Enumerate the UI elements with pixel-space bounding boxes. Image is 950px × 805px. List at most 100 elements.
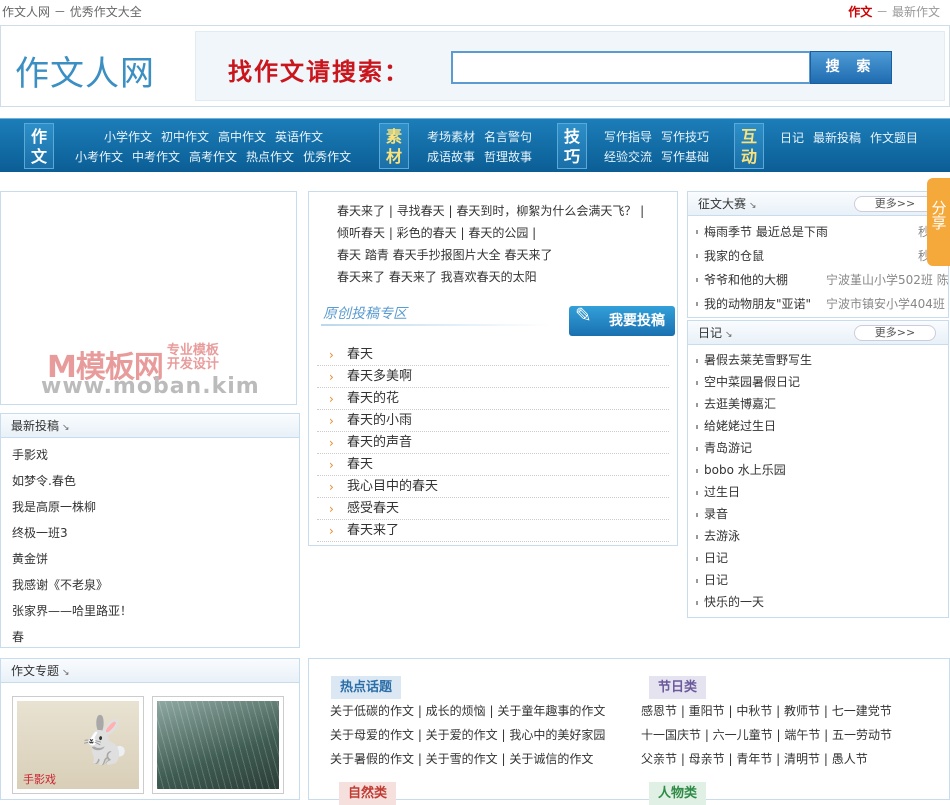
tagline: 优秀作文大全 <box>69 5 142 19</box>
divider <box>321 324 551 326</box>
tag-line[interactable]: 春天 踏青 春天手抄报图片大全 春天来了 <box>337 244 667 266</box>
newest-essay-link[interactable]: 最新作文 <box>892 5 940 19</box>
nav-link[interactable]: 高中作文 <box>218 130 266 144</box>
share-button[interactable]: 分享 <box>927 178 950 266</box>
more-link[interactable]: 更多>> <box>854 196 936 212</box>
list-item[interactable]: 我感谢《不老泉》 <box>12 572 299 598</box>
nav-cat-material[interactable]: 素材 <box>379 123 409 169</box>
list-item[interactable]: 春 <box>12 624 299 650</box>
list-item[interactable]: 青岛游记 <box>696 437 948 459</box>
list-item[interactable]: 如梦令.春色 <box>12 468 299 494</box>
list-item[interactable]: 空中菜园暑假日记 <box>696 371 948 393</box>
nav-link[interactable]: 写作指导 <box>604 130 652 144</box>
link-line[interactable]: 关于暑假的作文 | 关于雪的作文 | 关于诚信的作文 <box>330 747 605 771</box>
panel-header[interactable]: 征文大赛 ↘ 更多>> <box>688 192 948 216</box>
nav-cat-skills[interactable]: 技巧 <box>557 123 587 169</box>
section-heading[interactable]: 人物类 <box>649 782 707 805</box>
essay-link[interactable]: 作文 <box>848 5 872 19</box>
nav-link[interactable]: 高考作文 <box>189 150 237 164</box>
list-item[interactable]: 梅雨季节 最近总是下雨秒 <box>696 220 948 244</box>
nav-link[interactable]: 名言警句 <box>484 130 532 144</box>
list-item[interactable]: 手影戏 <box>12 442 299 468</box>
list-item[interactable]: 录音 <box>696 503 948 525</box>
top-links: 作文 － 最新作文 <box>848 0 940 24</box>
list-item[interactable]: 日记 <box>696 547 948 569</box>
list-item[interactable]: 去逛美博嘉汇 <box>696 393 948 415</box>
nav-link[interactable]: 哲理故事 <box>484 150 532 164</box>
more-link[interactable]: 更多>> <box>854 325 936 341</box>
list-item[interactable]: 快乐的一天 <box>696 591 948 613</box>
nav-link[interactable]: 小考作文 <box>75 150 123 164</box>
nav-links-essay: 小学作文 初中作文 高中作文 英语作文 小考作文 中考作文 高考作文 热点作文 优秀作文 <box>75 127 360 167</box>
ad-banner[interactable]: M模板网 专业模板 开发设计 www.moban.kim <box>0 191 297 405</box>
spring-topic-panel: 春天来了 | 寻找春天 | 春天到时，柳絮为什么会满天飞？ | 倾听春天 | 彩… <box>308 191 678 546</box>
link-line[interactable]: 关于母爱的作文 | 关于爱的作文 | 我心中的美好家园 <box>330 723 605 747</box>
list-item[interactable]: 感受春天 <box>317 498 669 520</box>
link-line[interactable]: 关于低碳的作文 | 成长的烦恼 | 关于童年趣事的作文 <box>330 699 605 723</box>
search-button[interactable]: 搜 索 <box>810 51 892 84</box>
watermark-url: www.moban.kim <box>41 374 260 399</box>
tag-line[interactable]: 春天来了 | 寻找春天 | 春天到时，柳絮为什么会满天飞？ | <box>337 200 667 222</box>
nav-link[interactable]: 优秀作文 <box>303 150 351 164</box>
top-bar: 作文人网 － 优秀作文大全 作文 － 最新作文 <box>0 0 950 24</box>
list-item[interactable]: 去游泳 <box>696 525 948 547</box>
nav-link[interactable]: 经验交流 <box>604 150 652 164</box>
list-item[interactable]: 春天的声音 <box>317 432 669 454</box>
nav-link[interactable]: 小学作文 <box>104 130 152 144</box>
list-item[interactable]: 我心目中的春天 <box>317 476 669 498</box>
list-item[interactable]: bobo 水上乐园 <box>696 459 948 481</box>
topic-thumbnail[interactable] <box>152 696 284 794</box>
nav-link[interactable]: 热点作文 <box>246 150 294 164</box>
search-area: 找作文请搜索： 搜 索 <box>195 31 945 101</box>
link-line[interactable]: 父亲节 | 母亲节 | 青年节 | 清明节 | 愚人节 <box>641 747 892 771</box>
nav-link[interactable]: 写作技巧 <box>661 130 709 144</box>
panel-header[interactable]: 日记 ↘ 更多>> <box>688 321 948 345</box>
nav-link[interactable]: 英语作文 <box>275 130 323 144</box>
tag-line[interactable]: 春天来了 春天来了 我喜欢春天的太阳 <box>337 266 667 288</box>
link-line[interactable]: 感恩节 | 重阳节 | 中秋节 | 教师节 | 七一建党节 <box>641 699 892 723</box>
list-item[interactable]: 春天多美啊 <box>317 366 669 388</box>
site-name-link[interactable]: 作文人网 <box>2 5 50 19</box>
list-item[interactable]: 春天的花 <box>317 388 669 410</box>
list-item[interactable]: 春天 <box>317 344 669 366</box>
link-line[interactable]: 十一国庆节 | 六一儿童节 | 端午节 | 五一劳动节 <box>641 723 892 747</box>
latest-submissions-panel: 最新投稿 ↘ 手影戏 如梦令.春色 我是高原一株柳 终极一班3 黄金饼 我感谢《不… <box>0 413 300 648</box>
list-item[interactable]: 终极一班3 <box>12 520 299 546</box>
panel-header[interactable]: 最新投稿 ↘ <box>1 414 299 438</box>
section-heading[interactable]: 节日类 <box>649 676 707 699</box>
nav-link[interactable]: 考场素材 <box>427 130 475 144</box>
list-item[interactable]: 黄金饼 <box>12 546 299 572</box>
submit-essay-button[interactable]: ✎ 我要投稿 <box>569 303 675 336</box>
nav-link[interactable]: 初中作文 <box>161 130 209 144</box>
nav-link[interactable]: 作文题目 <box>870 131 918 145</box>
nav-link[interactable]: 最新投稿 <box>813 131 861 145</box>
section-heading[interactable]: 热点话题 <box>331 676 402 699</box>
list-item[interactable]: 我的动物朋友"亚诺" 宁波市镇安小学404班 <box>696 292 948 316</box>
nav-cat-essay[interactable]: 作文 <box>24 123 54 169</box>
header: 作文人网 找作文请搜索： 搜 索 <box>0 25 950 107</box>
list-item[interactable]: 春天 <box>317 454 669 476</box>
list-item[interactable]: 爷爷和他的大棚 宁波堇山小学502班 陈 <box>696 268 948 292</box>
hot-links: 关于低碳的作文 | 成长的烦恼 | 关于童年趣事的作文 关于母爱的作文 | 关于… <box>330 699 605 771</box>
list-item[interactable]: 春天来了 <box>317 520 669 542</box>
search-input[interactable] <box>451 51 811 84</box>
nav-link[interactable]: 日记 <box>780 131 804 145</box>
nav-link[interactable]: 写作基础 <box>661 150 709 164</box>
panel-header[interactable]: 作文专题 ↘ <box>1 659 299 683</box>
section-heading[interactable]: 自然类 <box>339 782 397 805</box>
nav-link[interactable]: 中考作文 <box>132 150 180 164</box>
site-logo[interactable]: 作文人网 <box>15 46 155 95</box>
list-item[interactable]: 过生日 <box>696 481 948 503</box>
list-item[interactable]: 给姥姥过生日 <box>696 415 948 437</box>
nav-cat-interact[interactable]: 互动 <box>734 123 764 169</box>
nav-link[interactable]: 成语故事 <box>427 150 475 164</box>
list-item[interactable]: 我家的仓鼠秒 <box>696 244 948 268</box>
list-item[interactable]: 暑假去莱芜雪野写生 <box>696 349 948 371</box>
tag-line[interactable]: 倾听春天 | 彩色的春天 | 春天的公园 | <box>337 222 667 244</box>
list-item[interactable]: 张家界——哈里路亚！ <box>12 598 299 624</box>
list-item[interactable]: 春天的小雨 <box>317 410 669 432</box>
list-item[interactable]: 日记 <box>696 569 948 591</box>
topic-thumbnail[interactable]: 🐇 手影戏 <box>12 696 144 794</box>
separator: － <box>876 5 889 19</box>
list-item[interactable]: 我是高原一株柳 <box>12 494 299 520</box>
